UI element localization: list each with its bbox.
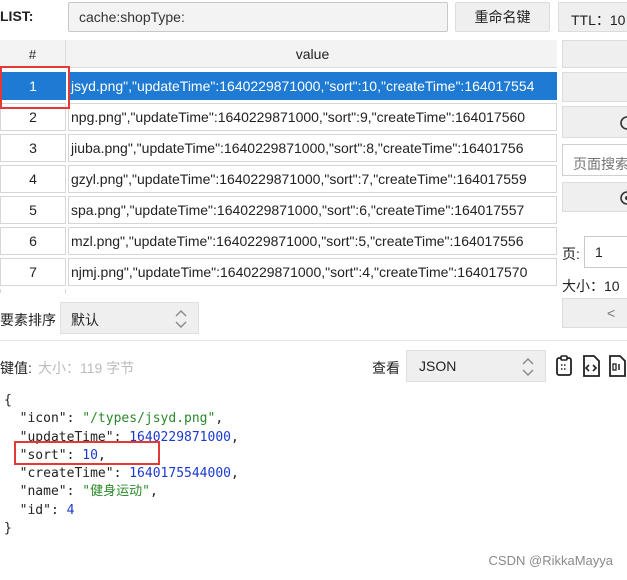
row-value[interactable]: spa.png","updateTime":1640229871000,"sor… — [68, 196, 557, 224]
binary-file-icon[interactable] — [606, 354, 627, 378]
up-down-arrows-icon — [522, 358, 534, 376]
reload-button[interactable] — [562, 106, 627, 138]
highlight-box-row — [0, 66, 70, 109]
view-format-select[interactable]: JSON — [406, 350, 546, 382]
sort-select-value: 默认 — [71, 312, 99, 328]
json-brace-open: { — [4, 393, 12, 408]
info-button[interactable] — [562, 182, 627, 212]
row-index[interactable]: 4 — [0, 165, 66, 193]
table-row[interactable]: 6 mzl.png","updateTime":1640229871000,"s… — [0, 227, 557, 258]
json-viewer[interactable]: { "icon": "/types/jsyd.png", "updateTime… — [4, 392, 239, 538]
row-index[interactable]: 7 — [0, 258, 66, 286]
row-value[interactable]: jiuba.png","updateTime":1640229871000,"s… — [68, 134, 557, 162]
watermark: CSDN @RikkaMayya — [488, 553, 613, 568]
row-value[interactable]: gzyl.png","updateTime":1640229871000,"so… — [68, 165, 557, 193]
row-index[interactable]: 6 — [0, 227, 66, 255]
table-row[interactable]: 2 npg.png","updateTime":1640229871000,"s… — [0, 103, 557, 134]
table-row[interactable]: 7 njmj.png","updateTime":1640229871000,"… — [0, 258, 557, 289]
sort-select[interactable]: 默认 — [60, 302, 199, 334]
column-header-value[interactable]: value — [68, 40, 557, 68]
up-down-arrows-icon — [175, 310, 187, 328]
row-index[interactable]: 5 — [0, 196, 66, 224]
key-name-input[interactable] — [68, 2, 448, 32]
delete-row-button[interactable] — [562, 72, 627, 102]
element-sort-label: 要素排序 — [0, 312, 56, 328]
row-value[interactable]: npg.png","updateTime":1640229871000,"sor… — [68, 103, 557, 131]
json-string-value: "/types/jsyd.png" — [82, 411, 216, 427]
value-size-text: 大小：119 字节 — [38, 360, 135, 376]
key-type-label: LIST: — [0, 8, 34, 24]
highlight-box-sort — [14, 441, 160, 465]
row-index[interactable]: 3 — [0, 134, 66, 162]
section-divider — [0, 340, 627, 341]
json-brace-close: } — [4, 521, 12, 537]
json-key: "createTime" — [19, 466, 114, 482]
rename-key-button[interactable]: 重命名键 — [455, 2, 550, 32]
json-number-value: 1640175544000 — [129, 466, 231, 482]
row-value[interactable]: njmj.png","updateTime":1640229871000,"so… — [68, 258, 557, 286]
page-number-input[interactable]: 1 — [584, 236, 627, 268]
page-size-label: 大小：10 — [562, 278, 620, 294]
row-value[interactable]: mzl.png","updateTime":1640229871000,"sor… — [68, 227, 557, 255]
list-table-header: # value — [0, 40, 557, 68]
column-header-index[interactable]: # — [0, 40, 66, 68]
table-row[interactable]: 4 gzyl.png","updateTime":1640229871000,"… — [0, 165, 557, 196]
page-label: 页: — [562, 246, 580, 262]
row-value[interactable]: jsyd.png","updateTime":1640229871000,"so… — [68, 72, 557, 100]
table-row[interactable]: 5 spa.png","updateTime":1640229871000,"s… — [0, 196, 557, 227]
add-row-button[interactable] — [562, 40, 627, 68]
info-icon — [620, 191, 627, 205]
json-key: "name" — [19, 484, 67, 500]
page-search-input[interactable] — [562, 144, 627, 176]
partial-row — [0, 289, 66, 293]
key-value-label: 键值: — [0, 360, 32, 376]
view-format-value: JSON — [419, 358, 457, 374]
prev-page-button[interactable]: < — [562, 298, 627, 328]
table-row[interactable]: 3 jiuba.png","updateTime":1640229871000,… — [0, 134, 557, 165]
json-key: "icon" — [19, 411, 67, 427]
json-number-value: 4 — [66, 502, 75, 518]
reload-icon — [620, 116, 627, 130]
ttl-button[interactable]: TTL：10 — [558, 2, 627, 32]
code-file-icon[interactable] — [580, 354, 602, 378]
clipboard-icon[interactable] — [554, 354, 576, 378]
table-row[interactable]: 1 jsyd.png","updateTime":1640229871000,"… — [0, 72, 557, 103]
json-key: "id" — [19, 502, 51, 518]
view-as-label: 查看 — [372, 360, 400, 376]
json-string-value: "健身运动" — [82, 484, 150, 500]
